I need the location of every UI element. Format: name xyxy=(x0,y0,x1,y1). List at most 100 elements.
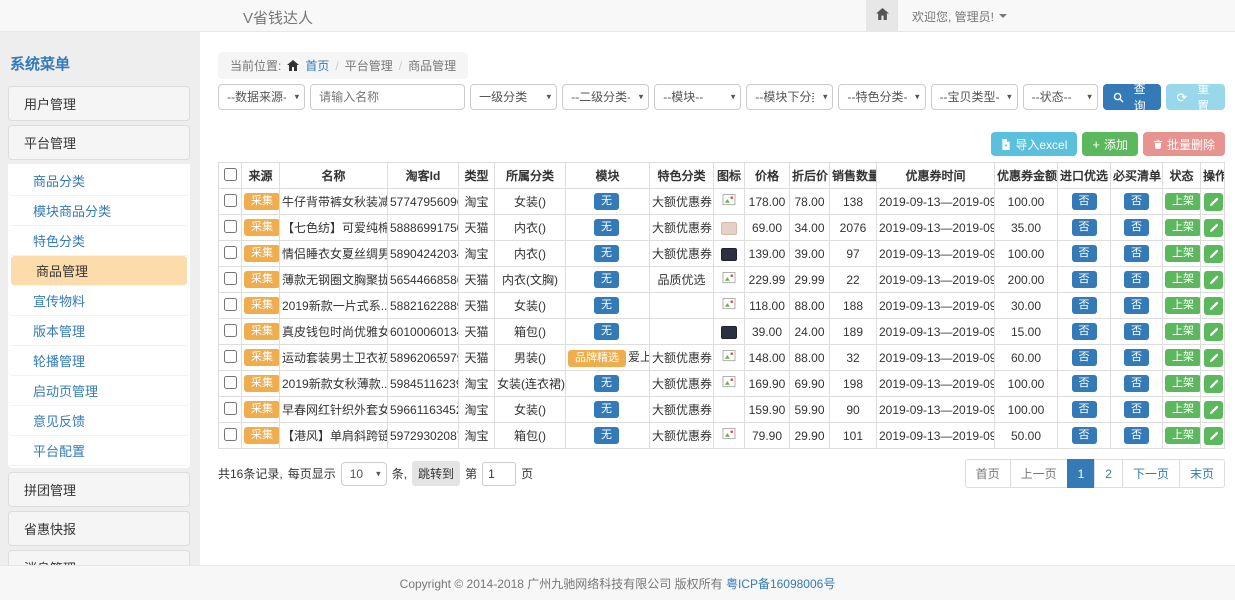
sidebar-item[interactable]: 宣传物料 xyxy=(8,286,190,316)
per-page-label: 每页显示 xyxy=(288,465,336,482)
sidebar-item[interactable]: 商品管理 xyxy=(11,256,187,286)
module-badge: 无 xyxy=(594,375,619,391)
broken-image-icon xyxy=(722,299,736,313)
product-icon-cell xyxy=(714,319,745,345)
pagination-button[interactable]: 首页 xyxy=(965,459,1011,488)
page-number-input[interactable] xyxy=(482,462,516,486)
sidebar-item[interactable]: 特色分类 xyxy=(8,226,190,256)
search-button[interactable]: 查询 xyxy=(1103,84,1162,110)
jump-button[interactable]: 跳转到 xyxy=(412,461,460,486)
edit-button[interactable] xyxy=(1204,349,1223,367)
sales-cell: 101 xyxy=(843,429,863,443)
pagination-button[interactable]: 1 xyxy=(1067,459,1096,488)
imported-badge: 否 xyxy=(1072,401,1097,417)
level2-category-select[interactable]: --二级分类-- xyxy=(562,84,649,110)
taoke-id: 589620659791 xyxy=(390,351,459,365)
edit-button[interactable] xyxy=(1204,193,1223,211)
sidebar-item[interactable]: 版本管理 xyxy=(8,316,190,346)
taoke-id: 596611634525 xyxy=(390,403,459,417)
edit-button[interactable] xyxy=(1204,219,1223,237)
row-checkbox[interactable] xyxy=(224,350,237,363)
level1-category-select[interactable]: 一级分类 xyxy=(470,84,557,110)
edit-button[interactable] xyxy=(1204,375,1223,393)
sidebar-section[interactable]: 拼团管理 xyxy=(8,472,190,507)
edit-button[interactable] xyxy=(1204,427,1223,445)
pagination-button[interactable]: 2 xyxy=(1094,459,1123,488)
edit-button[interactable] xyxy=(1204,323,1223,341)
coupon-amount-cell: 60.00 xyxy=(1011,351,1041,365)
taoke-id: 598451162391 xyxy=(390,377,459,391)
row-checkbox[interactable] xyxy=(224,376,237,389)
source-badge: 采集 xyxy=(244,245,280,261)
pagination-button[interactable]: 上一页 xyxy=(1010,459,1068,488)
name-search-input[interactable] xyxy=(310,84,465,110)
feature-category-select[interactable]: --特色分类-- xyxy=(838,84,925,110)
sales-cell: 188 xyxy=(843,299,863,313)
per-page-unit: 条, xyxy=(392,465,407,482)
reset-button[interactable]: ⟳ 重置 xyxy=(1166,84,1225,110)
breadcrumb-item: 商品管理 xyxy=(408,57,456,74)
edit-button[interactable] xyxy=(1204,271,1223,289)
user-menu[interactable]: 欢迎您, 管理员! xyxy=(912,8,1007,25)
row-checkbox[interactable] xyxy=(224,272,237,285)
category-cell: 男装() xyxy=(514,351,546,365)
imported-badge: 否 xyxy=(1072,427,1097,443)
pagination-button[interactable]: 末页 xyxy=(1179,459,1225,488)
module-select[interactable]: --模块-- xyxy=(654,84,741,110)
source-badge: 采集 xyxy=(244,349,280,365)
row-checkbox[interactable] xyxy=(224,246,237,259)
pagination-button[interactable]: 下一页 xyxy=(1122,459,1180,488)
plus-icon: + xyxy=(1092,138,1100,151)
type-cell: 天猫 xyxy=(464,273,488,287)
type-cell: 天猫 xyxy=(464,351,488,365)
home-button[interactable] xyxy=(866,0,898,32)
row-checkbox[interactable] xyxy=(224,298,237,311)
batch-delete-button[interactable]: 批量删除 xyxy=(1143,132,1225,156)
add-button[interactable]: + 添加 xyxy=(1082,132,1138,156)
per-page-select[interactable]: 10 xyxy=(341,462,387,486)
icp-link[interactable]: 粤ICP备16098006号 xyxy=(726,575,835,592)
breadcrumb-separator: / xyxy=(335,59,338,73)
col-operations: 操作 xyxy=(1201,163,1225,189)
sidebar-item[interactable]: 意见反馈 xyxy=(8,406,190,436)
sidebar-item[interactable]: 商品分类 xyxy=(8,166,190,196)
source-badge: 采集 xyxy=(244,375,280,391)
breadcrumb-home-link[interactable]: 首页 xyxy=(305,57,329,74)
row-checkbox[interactable] xyxy=(224,324,237,337)
page-suffix: 页 xyxy=(521,465,533,482)
type-cell: 淘宝 xyxy=(464,377,488,391)
module-subcategory-select[interactable]: --模块下分类-- xyxy=(746,84,833,110)
sidebar-section[interactable]: 省惠快报 xyxy=(8,511,190,546)
col-price: 价格 xyxy=(745,163,790,189)
status-badge: 上架 xyxy=(1165,245,1201,261)
must-buy-badge: 否 xyxy=(1124,401,1149,417)
module-badge: 无 xyxy=(594,271,619,287)
must-buy-badge: 否 xyxy=(1124,193,1149,209)
sidebar-item[interactable]: 轮播管理 xyxy=(8,346,190,376)
status-select[interactable]: --状态-- xyxy=(1023,84,1098,110)
data-source-select[interactable]: --数据来源-- xyxy=(218,84,305,110)
sidebar-section[interactable]: 平台管理 xyxy=(8,125,190,160)
product-icon-cell xyxy=(714,345,745,371)
broken-image-icon xyxy=(722,377,736,391)
edit-button[interactable] xyxy=(1204,297,1223,315)
category-cell: 箱包() xyxy=(514,325,546,339)
must-buy-badge: 否 xyxy=(1124,323,1149,339)
edit-button[interactable] xyxy=(1204,245,1223,263)
sidebar-item[interactable]: 平台配置 xyxy=(8,436,190,466)
imported-badge: 否 xyxy=(1072,219,1097,235)
sales-cell: 189 xyxy=(843,325,863,339)
coupon-time-cell: 2019-09-13—2019-09-15 xyxy=(879,351,995,365)
status-badge: 上架 xyxy=(1165,219,1201,235)
row-checkbox[interactable] xyxy=(224,220,237,233)
sidebar-item[interactable]: 模块商品分类 xyxy=(8,196,190,226)
row-checkbox[interactable] xyxy=(224,194,237,207)
row-checkbox[interactable] xyxy=(224,402,237,415)
row-checkbox[interactable] xyxy=(224,428,237,441)
sidebar-section[interactable]: 用户管理 xyxy=(8,86,190,121)
edit-button[interactable] xyxy=(1204,401,1223,419)
item-type-select[interactable]: --宝贝类型-- xyxy=(931,84,1018,110)
select-all-checkbox[interactable] xyxy=(224,168,237,181)
sidebar-item[interactable]: 启动页管理 xyxy=(8,376,190,406)
import-excel-button[interactable]: 导入excel xyxy=(991,132,1077,156)
